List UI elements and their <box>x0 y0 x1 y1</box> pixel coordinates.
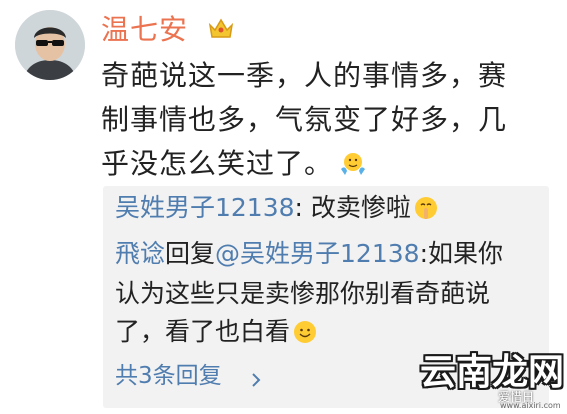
reply-item: 飛谂回复@吴姓男子12138:如果你 <box>115 236 503 272</box>
reply-verb: 回复 <box>165 239 216 268</box>
reply-author-link[interactable]: 飛谂 <box>115 239 165 268</box>
post-line: 奇葩说这一季，人的事情多，赛 <box>101 59 508 92</box>
watermark-url: www.aixiri.com <box>500 401 561 410</box>
watermark: 云南龙网 爱惜日 www.aixiri.com <box>420 350 565 412</box>
smile-emoji-icon <box>294 321 317 343</box>
crown-icon <box>208 18 234 38</box>
mention-link[interactable]: @吴姓男子12138 <box>215 239 420 268</box>
reply-text: 改卖惨啦 <box>302 193 411 222</box>
reply-author-link[interactable]: 吴姓男子12138 <box>115 193 295 222</box>
username[interactable]: 温七安 <box>101 12 188 48</box>
watermark-title: 云南龙网 <box>420 351 565 393</box>
post-line: 制事情也多，气氛变了好多，几 <box>101 103 508 136</box>
avatar[interactable] <box>15 10 85 80</box>
reply-text-line: 了，看了也白看 <box>115 317 291 346</box>
hands-emoji-icon <box>341 153 366 175</box>
chevron-right-icon[interactable] <box>251 372 261 388</box>
reply-text-line: 认为这些只是卖惨那你别看奇葩说 <box>115 279 491 308</box>
reply-colon: : <box>294 193 303 222</box>
shush-emoji-icon <box>414 197 437 219</box>
reply-item: 了，看了也白看 <box>115 314 318 350</box>
post-text: 奇葩说这一季，人的事情多，赛 制事情也多，气氛变了好多，几 乎没怎么笑过了。 <box>101 54 551 186</box>
view-all-replies-link[interactable]: 共3条回复 <box>115 358 222 394</box>
reply-item: 吴姓男子12138: 改卖惨啦 <box>115 190 439 226</box>
post-line: 乎没怎么笑过了。 <box>101 142 551 186</box>
post-line-text: 乎没怎么笑过了。 <box>101 147 334 180</box>
reply-text: :如果你 <box>419 239 503 268</box>
